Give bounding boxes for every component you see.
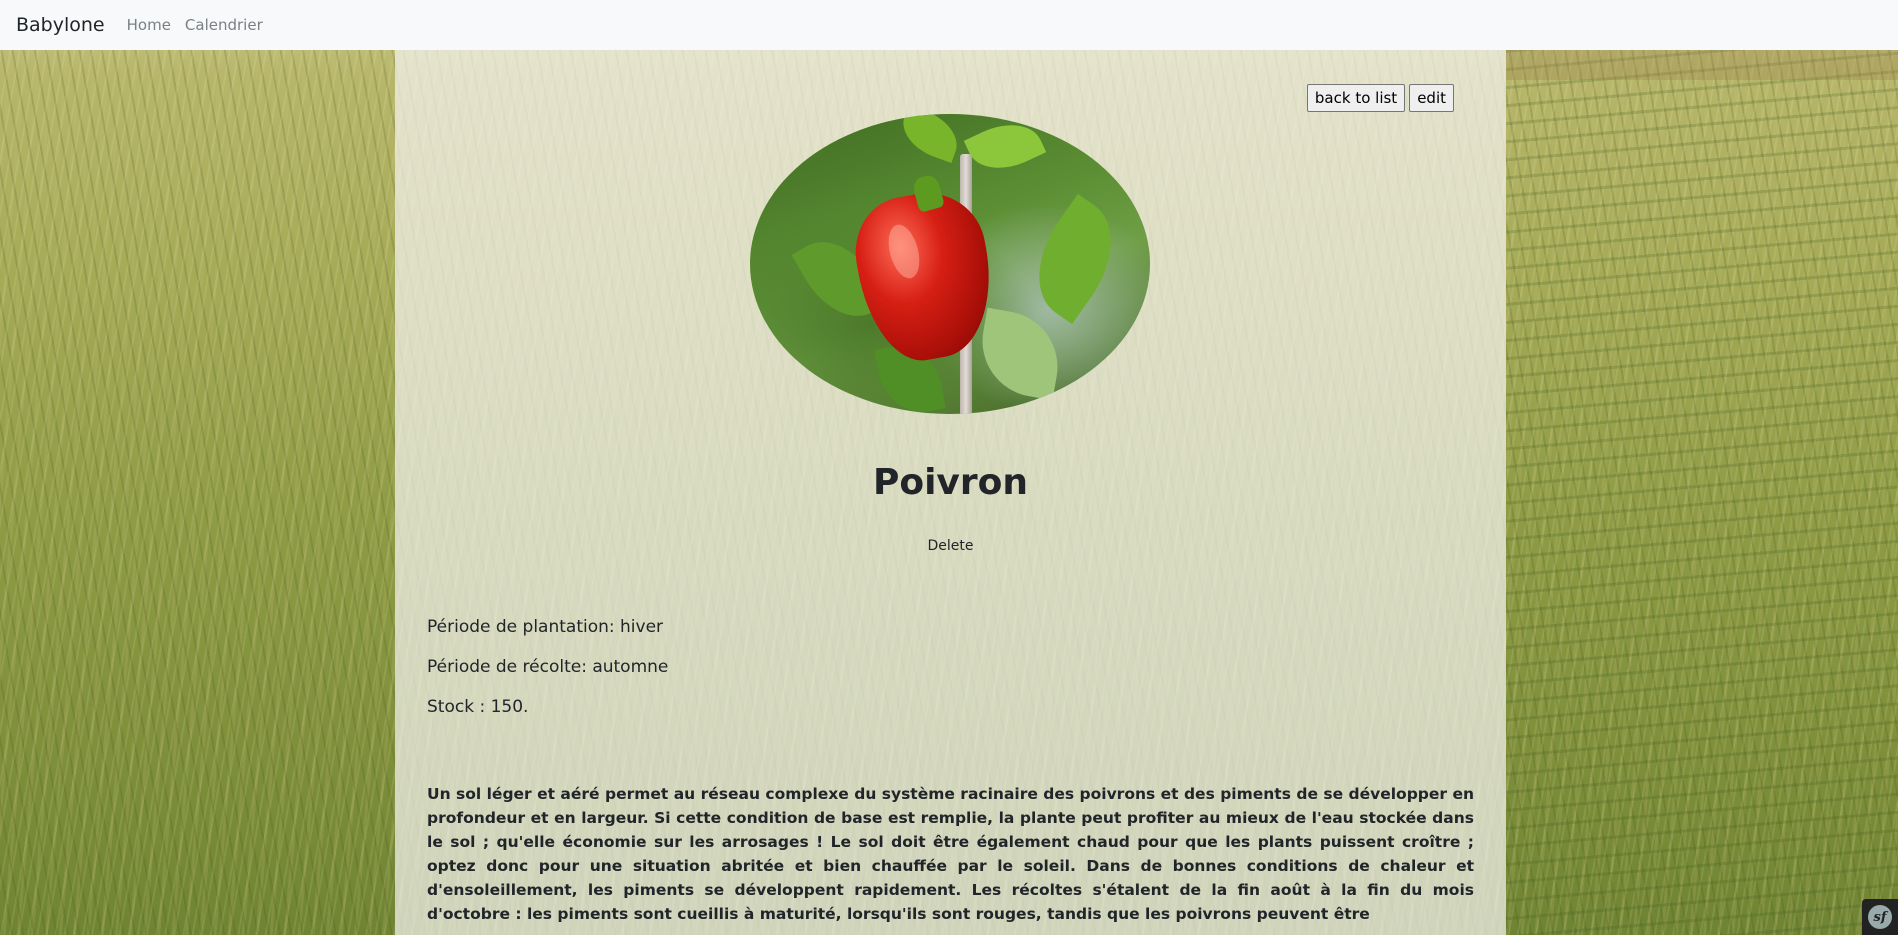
delete-button[interactable]: Delete — [395, 538, 1506, 554]
leaf-shape — [963, 114, 1047, 182]
nav-link-home[interactable]: Home — [127, 16, 171, 34]
leaf-shape — [973, 307, 1067, 401]
back-to-list-button[interactable]: back to list — [1306, 84, 1406, 112]
leaf-shape — [1014, 193, 1136, 325]
action-buttons: back to list edit — [1306, 84, 1454, 112]
harvest-period: Période de récolte: automne — [427, 657, 669, 677]
product-image — [750, 114, 1150, 414]
pepper-shape — [846, 183, 1004, 370]
wheat-field-background-right — [1506, 50, 1898, 935]
brand-link[interactable]: Babylone — [16, 14, 105, 36]
nav-link-calendrier[interactable]: Calendrier — [185, 16, 263, 34]
product-panel: back to list edit Poivron Delete Période… — [395, 50, 1506, 935]
product-title: Poivron — [872, 462, 1029, 503]
symfony-logo-icon: sf — [1868, 905, 1892, 929]
top-navbar: Babylone Home Calendrier — [0, 0, 1898, 50]
edit-button[interactable]: edit — [1409, 84, 1454, 112]
leaf-shape — [894, 114, 966, 164]
product-description: Un sol léger et aéré permet au réseau co… — [427, 785, 1474, 923]
stock-info: Stock : 150. — [427, 697, 529, 717]
planting-period: Période de plantation: hiver — [427, 617, 664, 637]
symfony-debug-toolbar-toggle[interactable]: sf — [1862, 899, 1898, 935]
